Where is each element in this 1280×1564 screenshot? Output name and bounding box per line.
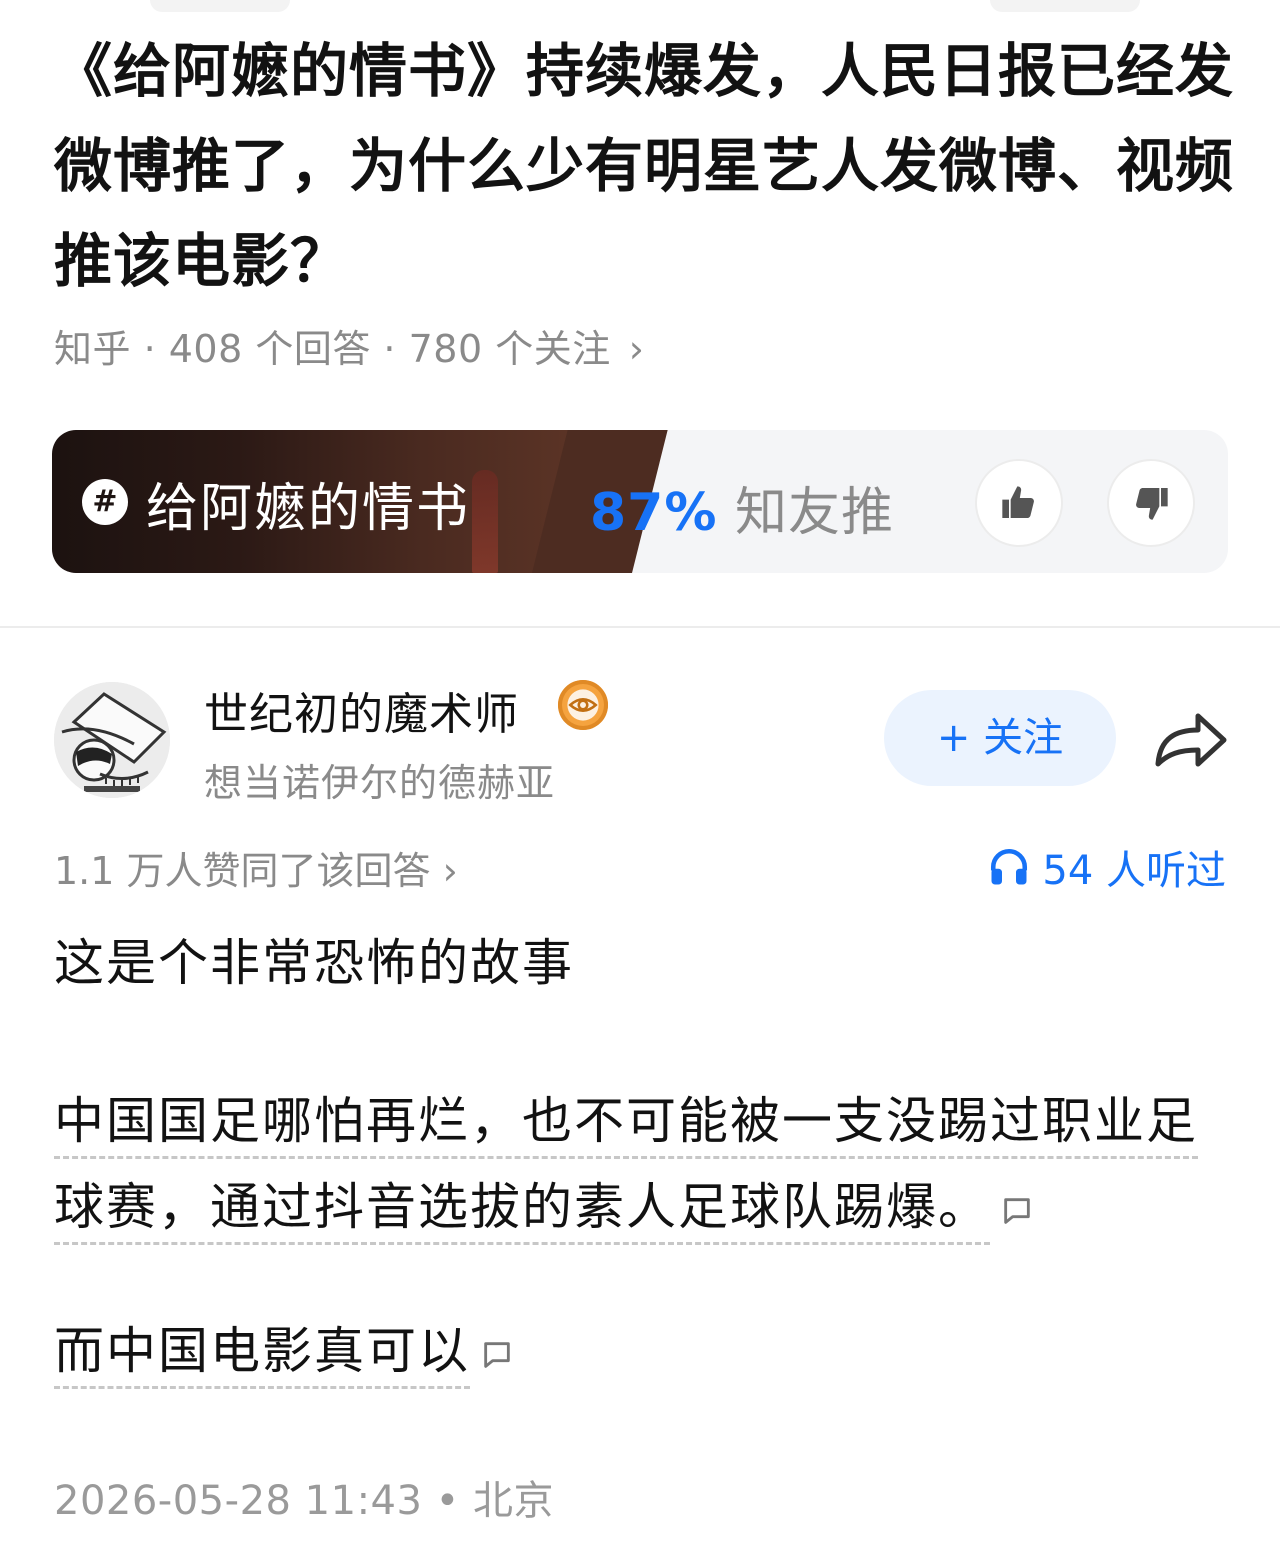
rating-percent: 87% <box>590 483 718 543</box>
thumbs-down-icon <box>1136 488 1168 520</box>
annotated-text[interactable]: 而中国电影真可以 <box>54 1322 470 1389</box>
answer-location: 北京 <box>472 1478 554 1524</box>
footer-separator: • <box>422 1478 473 1524</box>
answer-paragraph-2[interactable]: 中国国足哪怕再烂，也不可能被一支没踢过职业足球赛，通过抖音选拔的素人足球队踢爆。 <box>54 1078 1234 1250</box>
share-icon[interactable] <box>1150 708 1230 772</box>
chevron-right-icon: › <box>442 849 458 893</box>
movie-title[interactable]: 给阿嬷的情书 <box>146 466 470 541</box>
top-bar-remnant-left <box>150 0 290 12</box>
answer-timestamp: 2026-05-28 11:43 <box>54 1478 423 1524</box>
question-meta-text: 知乎 · 408 个回答 · 780 个关注 <box>54 327 611 371</box>
question-meta[interactable]: 知乎 · 408 个回答 · 780 个关注 › <box>54 318 644 373</box>
author-bio: 想当诺伊尔的德赫亚 <box>204 761 556 805</box>
top-bar-remnant-right <box>990 0 1140 12</box>
upvote-summary[interactable]: 1.1 万人赞同了该回答 › <box>54 840 458 895</box>
avatar-illustration <box>54 682 170 798</box>
upvote-text: 1.1 万人赞同了该回答 <box>54 849 431 893</box>
eye-icon <box>567 689 599 721</box>
question-title[interactable]: 《给阿嬷的情书》持续爆发，人民日报已经发微博推了，为什么少有明星艺人发微博、视频… <box>54 24 1244 309</box>
rating-label: 知友推 <box>717 483 894 543</box>
section-divider <box>0 626 1280 628</box>
author-avatar[interactable] <box>54 682 170 798</box>
hashtag-icon: # <box>82 479 128 525</box>
movie-rating: 87% 知友推 <box>590 470 894 545</box>
comment-icon[interactable] <box>480 1338 514 1372</box>
answer-paragraph-3[interactable]: 而中国电影真可以 <box>54 1316 1234 1389</box>
not-recommend-button[interactable] <box>1107 459 1195 547</box>
movie-rating-card[interactable]: # 给阿嬷的情书 87% 知友推 <box>52 430 1228 573</box>
recommend-button[interactable] <box>975 459 1063 547</box>
chevron-right-icon: › <box>628 327 645 371</box>
eye-badge-icon[interactable] <box>558 680 608 730</box>
thumbs-up-icon <box>1002 486 1034 518</box>
follow-button[interactable]: + 关注 <box>884 690 1116 786</box>
answer-paragraph-1: 这是个非常恐怖的故事 <box>54 934 574 992</box>
comment-icon[interactable] <box>1000 1194 1034 1228</box>
headphones-icon <box>991 849 1028 885</box>
listen-count-text: 54 人听过 <box>1042 848 1226 894</box>
listen-count[interactable]: 54 人听过 <box>988 838 1226 896</box>
author-name[interactable]: 世纪初的魔术师 <box>204 678 519 742</box>
poster-figure <box>472 470 498 573</box>
answer-footer: 2026-05-28 11:43 • 北京 <box>54 1468 554 1526</box>
